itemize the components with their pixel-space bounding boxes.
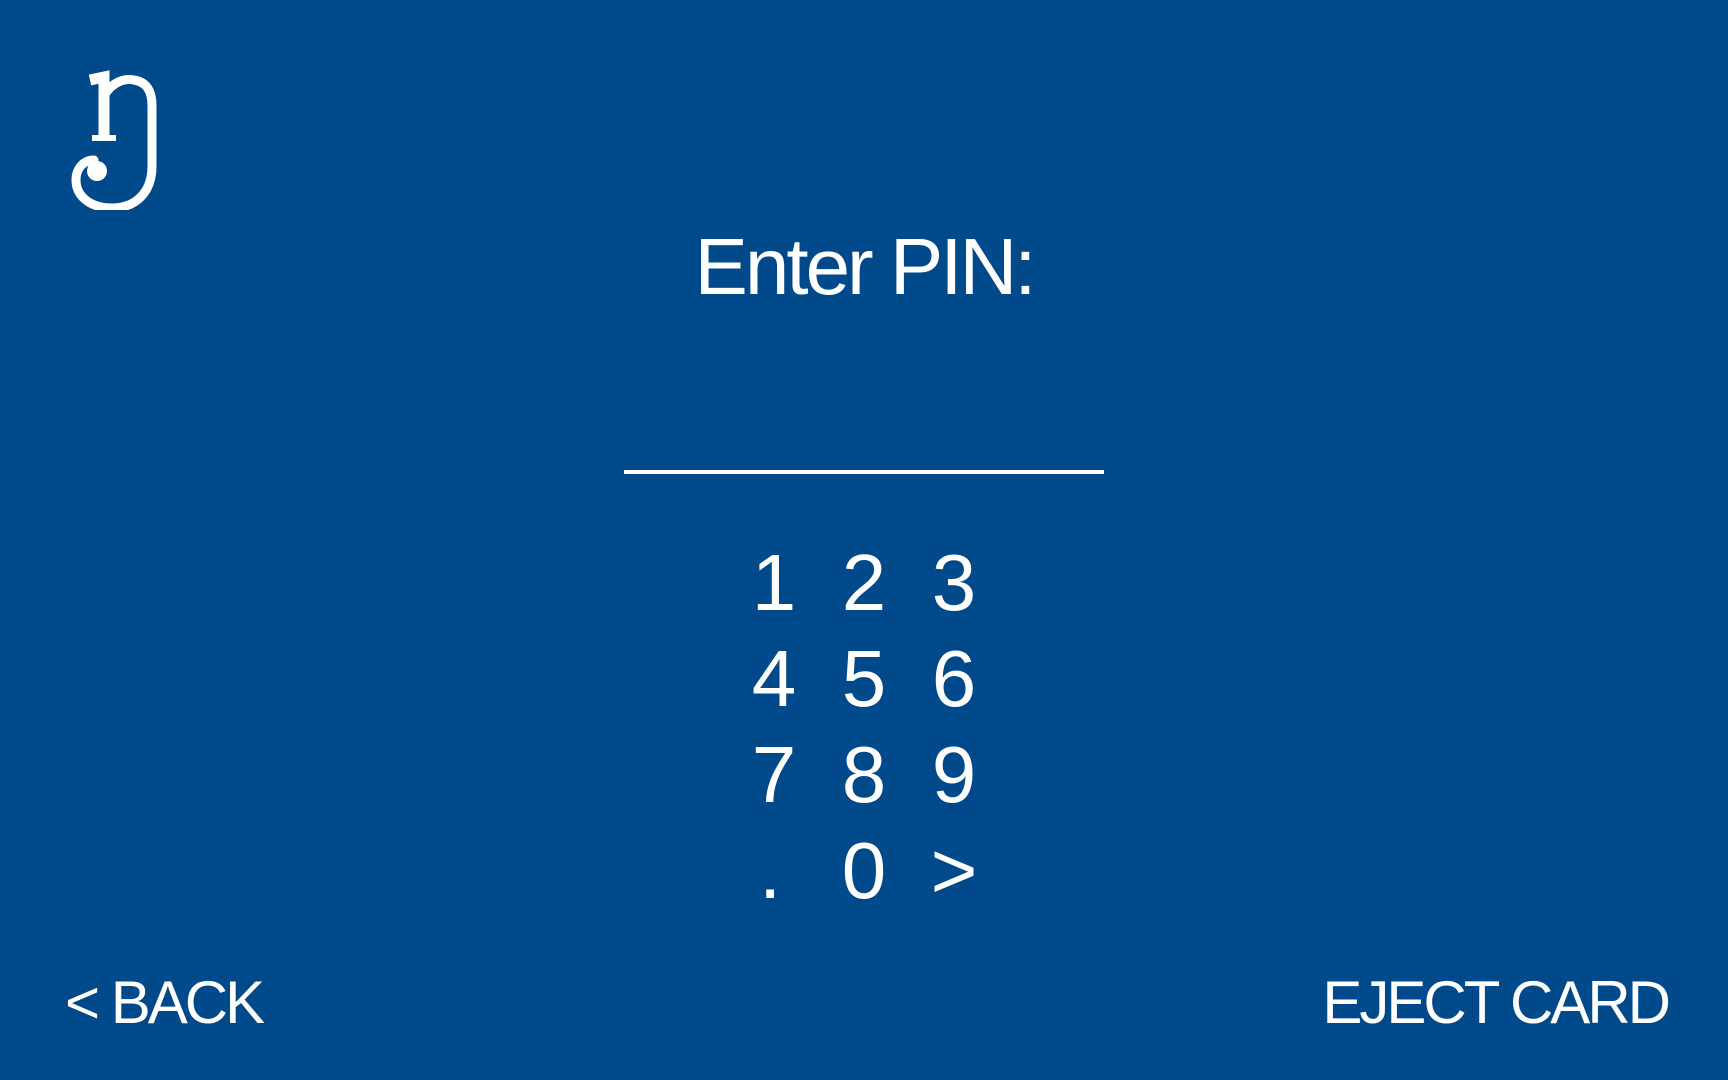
back-button[interactable]: < BACK xyxy=(65,968,265,1038)
key-6[interactable]: 6 xyxy=(909,631,999,727)
key-0[interactable]: 0 xyxy=(819,823,909,919)
key-9[interactable]: 9 xyxy=(909,727,999,823)
key-4[interactable]: 4 xyxy=(729,631,819,727)
pin-input[interactable] xyxy=(624,400,1104,474)
page-title: Enter PIN: xyxy=(694,222,1036,311)
key-submit[interactable]: > xyxy=(909,823,999,919)
key-1[interactable]: 1 xyxy=(729,535,819,631)
bank-logo-icon xyxy=(70,60,166,210)
key-2[interactable]: 2 xyxy=(819,535,909,631)
keypad: 1 2 3 4 5 6 7 8 9 . 0 > xyxy=(729,535,999,919)
key-3[interactable]: 3 xyxy=(909,535,999,631)
key-decimal[interactable]: . xyxy=(729,823,819,919)
eject-card-button[interactable]: EJECT CARD xyxy=(1322,968,1671,1038)
key-7[interactable]: 7 xyxy=(729,727,819,823)
key-8[interactable]: 8 xyxy=(819,727,909,823)
key-5[interactable]: 5 xyxy=(819,631,909,727)
